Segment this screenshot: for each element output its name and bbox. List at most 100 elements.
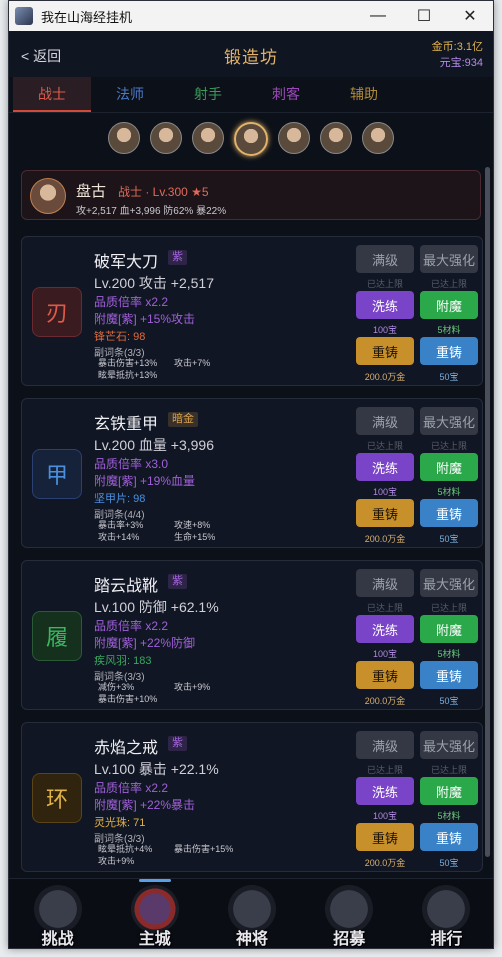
recast-gold-button[interactable]: 重铸	[356, 337, 414, 365]
recast-yuanbao-button[interactable]: 重铸	[420, 337, 478, 365]
limit-note: 已达上限	[366, 765, 403, 775]
tab-4[interactable]: 辅助	[325, 77, 403, 112]
recast-yuanbao-button[interactable]: 重铸	[420, 499, 478, 527]
substat: 暴击伤害+10%	[98, 694, 158, 704]
equipment-name: 破军大刀	[94, 254, 159, 271]
scrollbar[interactable]	[485, 167, 490, 857]
max-level-button[interactable]: 满级	[356, 569, 414, 597]
equipment-glyph-icon: 刃	[32, 287, 82, 337]
enchant-bonus: 附魔[紫] +22%防御	[94, 636, 196, 650]
recast-yuanbao-button[interactable]: 重铸	[420, 823, 478, 851]
nav-label: 神将	[235, 931, 268, 948]
equipment-card: 刃破军大刀紫 Lv.200 攻击 +2,517 品质倍率 x2.2 附魔[紫] +15…	[21, 236, 483, 386]
equipment-list: 刃破军大刀紫 Lv.200 攻击 +2,517 品质倍率 x2.2 附魔[紫] +15…	[9, 236, 493, 876]
rarity-badge: 紫	[168, 574, 187, 589]
recast-gold-button[interactable]: 重铸	[356, 823, 414, 851]
max-enhance-button[interactable]: 最大强化	[420, 569, 478, 597]
max-level-button[interactable]: 满级	[356, 731, 414, 759]
reroll-button[interactable]: 洗练	[356, 453, 414, 481]
hero-avatar-6[interactable]	[320, 122, 352, 154]
substat: 眩晕抵抗+13%	[98, 370, 158, 380]
recast-yuanbao-cost: 50宝	[439, 858, 459, 868]
nav-item-4[interactable]: 排行	[398, 879, 493, 948]
quality-multiplier: 品质倍率 x2.2	[94, 619, 169, 633]
hero-avatar-1[interactable]	[108, 122, 140, 154]
enchant-bonus: 附魔[紫] +15%攻击	[94, 312, 196, 326]
nav-label: 挑战	[41, 931, 74, 948]
nav-item-1[interactable]: 主城	[106, 879, 203, 948]
rarity-badge: 暗金	[168, 412, 198, 427]
scrollbar-thumb[interactable]	[485, 167, 490, 857]
max-enhance-button[interactable]: 最大强化	[420, 407, 478, 435]
recast-yuanbao-cost: 50宝	[439, 534, 459, 544]
hero-avatar-5[interactable]	[278, 122, 310, 154]
equipment-level: Lv.200 血量 +3,996	[94, 437, 214, 453]
window-title: 我在山海经挂机	[41, 9, 133, 25]
reroll-button[interactable]: 洗练	[356, 291, 414, 319]
quality-multiplier: 品质倍率 x3.0	[94, 457, 169, 471]
recast-gold-cost: 200.0万金	[364, 534, 406, 544]
material-count: 灵光珠: 71	[94, 817, 146, 829]
equipment-card: 环赤焰之戒紫 Lv.100 暴击 +22.1% 品质倍率 x2.2 附魔[紫] +22…	[21, 722, 483, 872]
enchant-button[interactable]: 附魔	[420, 777, 478, 805]
limit-note: 已达上限	[430, 765, 467, 775]
game-window: 我在山海经挂机 — ☐ ✕ < 返回 锻造坊 金币:3.1亿 元宝:934 战士…	[8, 0, 494, 949]
substat: 攻击+9%	[98, 856, 135, 866]
hero-avatar-7[interactable]	[362, 122, 394, 154]
enchant-button[interactable]: 附魔	[420, 453, 478, 481]
max-enhance-button[interactable]: 最大强化	[420, 245, 478, 273]
title-bar: 我在山海经挂机 — ☐ ✕	[9, 1, 493, 31]
tab-3[interactable]: 刺客	[247, 77, 325, 112]
recast-yuanbao-cost: 50宝	[439, 372, 459, 382]
nav-item-0[interactable]: 挑战	[9, 879, 106, 948]
recast-gold-cost: 200.0万金	[364, 696, 406, 706]
page-title: 锻造坊	[224, 48, 278, 67]
tab-1[interactable]: 法师	[91, 77, 169, 112]
tab-0[interactable]: 战士	[13, 77, 91, 112]
tab-2[interactable]: 射手	[169, 77, 247, 112]
equipment-name: 玄铁重甲	[94, 416, 159, 433]
recast-gold-cost: 200.0万金	[364, 858, 406, 868]
bottom-nav: 挑战 主城 神将 招募 排行	[9, 878, 493, 948]
nav-item-3[interactable]: 招募	[301, 879, 398, 948]
hero-avatar-2[interactable]	[150, 122, 182, 154]
substat: 攻击+7%	[174, 358, 211, 368]
minimize-icon[interactable]: —	[355, 1, 401, 31]
nav-label: 主城	[138, 931, 171, 948]
equipment-level: Lv.100 暴击 +22.1%	[94, 761, 219, 777]
enchant-button[interactable]: 附魔	[420, 291, 478, 319]
limit-note: 已达上限	[430, 441, 467, 451]
equipment-name: 踏云战靴	[94, 578, 159, 595]
enchant-button[interactable]: 附魔	[420, 615, 478, 643]
hero-class-level: 战士 · Lv.300 ★5	[118, 185, 209, 199]
reroll-button[interactable]: 洗练	[356, 615, 414, 643]
maximize-icon[interactable]: ☐	[401, 1, 447, 31]
enchant-cost: 5材料	[437, 649, 461, 659]
max-level-button[interactable]: 满级	[356, 407, 414, 435]
limit-note: 已达上限	[366, 603, 403, 613]
close-icon[interactable]: ✕	[447, 1, 493, 31]
limit-note: 已达上限	[366, 279, 403, 289]
reroll-cost: 100宝	[372, 325, 398, 335]
hero-avatar-3[interactable]	[192, 122, 224, 154]
recast-gold-button[interactable]: 重铸	[356, 499, 414, 527]
max-level-button[interactable]: 满级	[356, 245, 414, 273]
reroll-button[interactable]: 洗练	[356, 777, 414, 805]
enchant-cost: 5材料	[437, 811, 461, 821]
active-indicator	[138, 879, 171, 882]
gold-amount: 金币:3.1亿	[431, 41, 483, 53]
currency-display: 金币:3.1亿 元宝:934	[432, 39, 483, 71]
equipment-level: Lv.100 防御 +62.1%	[94, 599, 219, 615]
hero-stats: 攻+2,517 血+3,996 防62% 暴22%	[76, 206, 227, 217]
recast-yuanbao-button[interactable]: 重铸	[420, 661, 478, 689]
equipment-level: Lv.200 攻击 +2,517	[94, 275, 214, 291]
recast-gold-button[interactable]: 重铸	[356, 661, 414, 689]
hero-avatar-4[interactable]	[234, 122, 268, 156]
equipment-card: 甲玄铁重甲 暗金 Lv.200 血量 +3,996 品质倍率 x3.0 附魔[紫] +1…	[21, 398, 483, 548]
enchant-bonus: 附魔[紫] +19%血量	[94, 474, 196, 488]
material-count: 锋芒石: 98	[94, 331, 146, 343]
quality-multiplier: 品质倍率 x2.2	[94, 781, 169, 795]
max-enhance-button[interactable]: 最大强化	[420, 731, 478, 759]
enchant-cost: 5材料	[437, 487, 461, 497]
nav-item-2[interactable]: 神将	[203, 879, 300, 948]
